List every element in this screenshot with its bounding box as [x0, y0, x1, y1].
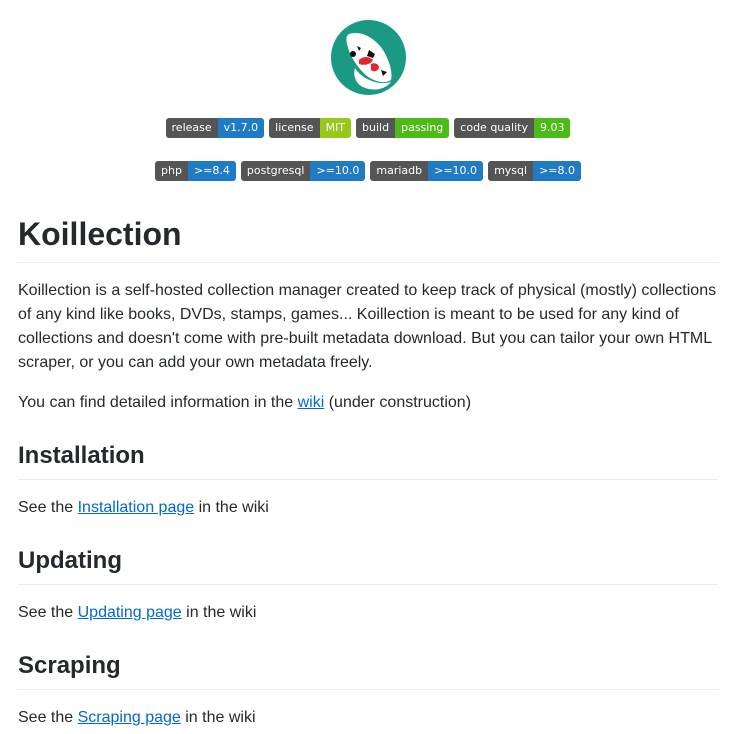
badge-label: mysql: [488, 161, 534, 181]
badge-value: >=8.0: [533, 161, 581, 181]
badge-postgresql[interactable]: postgresql >=10.0: [240, 161, 366, 181]
updating-heading: Updating: [18, 546, 718, 585]
wiki-info-suffix: (under construction): [324, 394, 472, 411]
updating-page-link[interactable]: Updating page: [78, 604, 182, 621]
badge-release[interactable]: release v1.7.0: [165, 118, 265, 138]
badge-label: release: [165, 118, 218, 138]
logo-container: [18, 0, 718, 95]
installation-page-link[interactable]: Installation page: [78, 499, 195, 516]
wiki-link[interactable]: wiki: [298, 394, 325, 411]
badge-value: 9.03: [533, 118, 571, 138]
badge-build[interactable]: build passing: [356, 118, 450, 138]
badge-value: >=10.0: [310, 161, 366, 181]
badge-value: >=8.4: [187, 161, 236, 181]
badge-label: postgresql: [240, 161, 311, 181]
updating-prefix: See the: [18, 604, 78, 621]
badge-label: mariadb: [370, 161, 429, 181]
badge-label: license: [269, 118, 320, 138]
badge-value: passing: [395, 118, 450, 138]
badge-value: MIT: [319, 118, 352, 138]
updating-section: Updating See the Updating page in the wi…: [18, 546, 718, 625]
badge-label: php: [155, 161, 188, 181]
updating-suffix: in the wiki: [181, 604, 257, 621]
updating-paragraph: See the Updating page in the wiki: [18, 601, 718, 625]
badge-value: >=10.0: [428, 161, 484, 181]
scraping-section: Scraping See the Scraping page in the wi…: [18, 651, 718, 730]
badge-mariadb[interactable]: mariadb >=10.0: [370, 161, 484, 181]
wiki-info-prefix: You can find detailed information in the: [18, 394, 298, 411]
scraping-heading: Scraping: [18, 651, 718, 690]
badge-license[interactable]: license MIT: [269, 118, 352, 138]
badge-php[interactable]: php >=8.4: [155, 161, 236, 181]
scraping-page-link[interactable]: Scraping page: [78, 709, 181, 726]
badge-mysql[interactable]: mysql >=8.0: [488, 161, 581, 181]
installation-heading: Installation: [18, 441, 718, 480]
koi-fish-logo-icon: [330, 20, 406, 95]
installation-prefix: See the: [18, 499, 78, 516]
wiki-info-paragraph: You can find detailed information in the…: [18, 391, 718, 415]
installation-section: Installation See the Installation page i…: [18, 441, 718, 520]
badge-label: code quality: [454, 118, 534, 138]
badge-code-quality[interactable]: code quality 9.03: [454, 118, 571, 138]
readme-page: release v1.7.0 license MIT build passing code …: [0, 0, 736, 734]
badge-row-status: release v1.7.0 license MIT build passing code …: [18, 118, 718, 138]
installation-paragraph: See the Installation page in the wiki: [18, 496, 718, 520]
page-title: Koillection: [18, 214, 718, 263]
scraping-prefix: See the: [18, 709, 78, 726]
badge-label: build: [356, 118, 396, 138]
scraping-suffix: in the wiki: [180, 709, 256, 726]
badge-row-requirements: php >=8.4 postgresql >=10.0 mariadb >=10.0 mys…: [18, 161, 718, 181]
installation-suffix: in the wiki: [194, 499, 269, 516]
scraping-paragraph: See the Scraping page in the wiki: [18, 706, 718, 730]
intro-paragraph: Koillection is a self-hosted collection …: [18, 282, 717, 371]
badge-value: v1.7.0: [217, 118, 265, 138]
